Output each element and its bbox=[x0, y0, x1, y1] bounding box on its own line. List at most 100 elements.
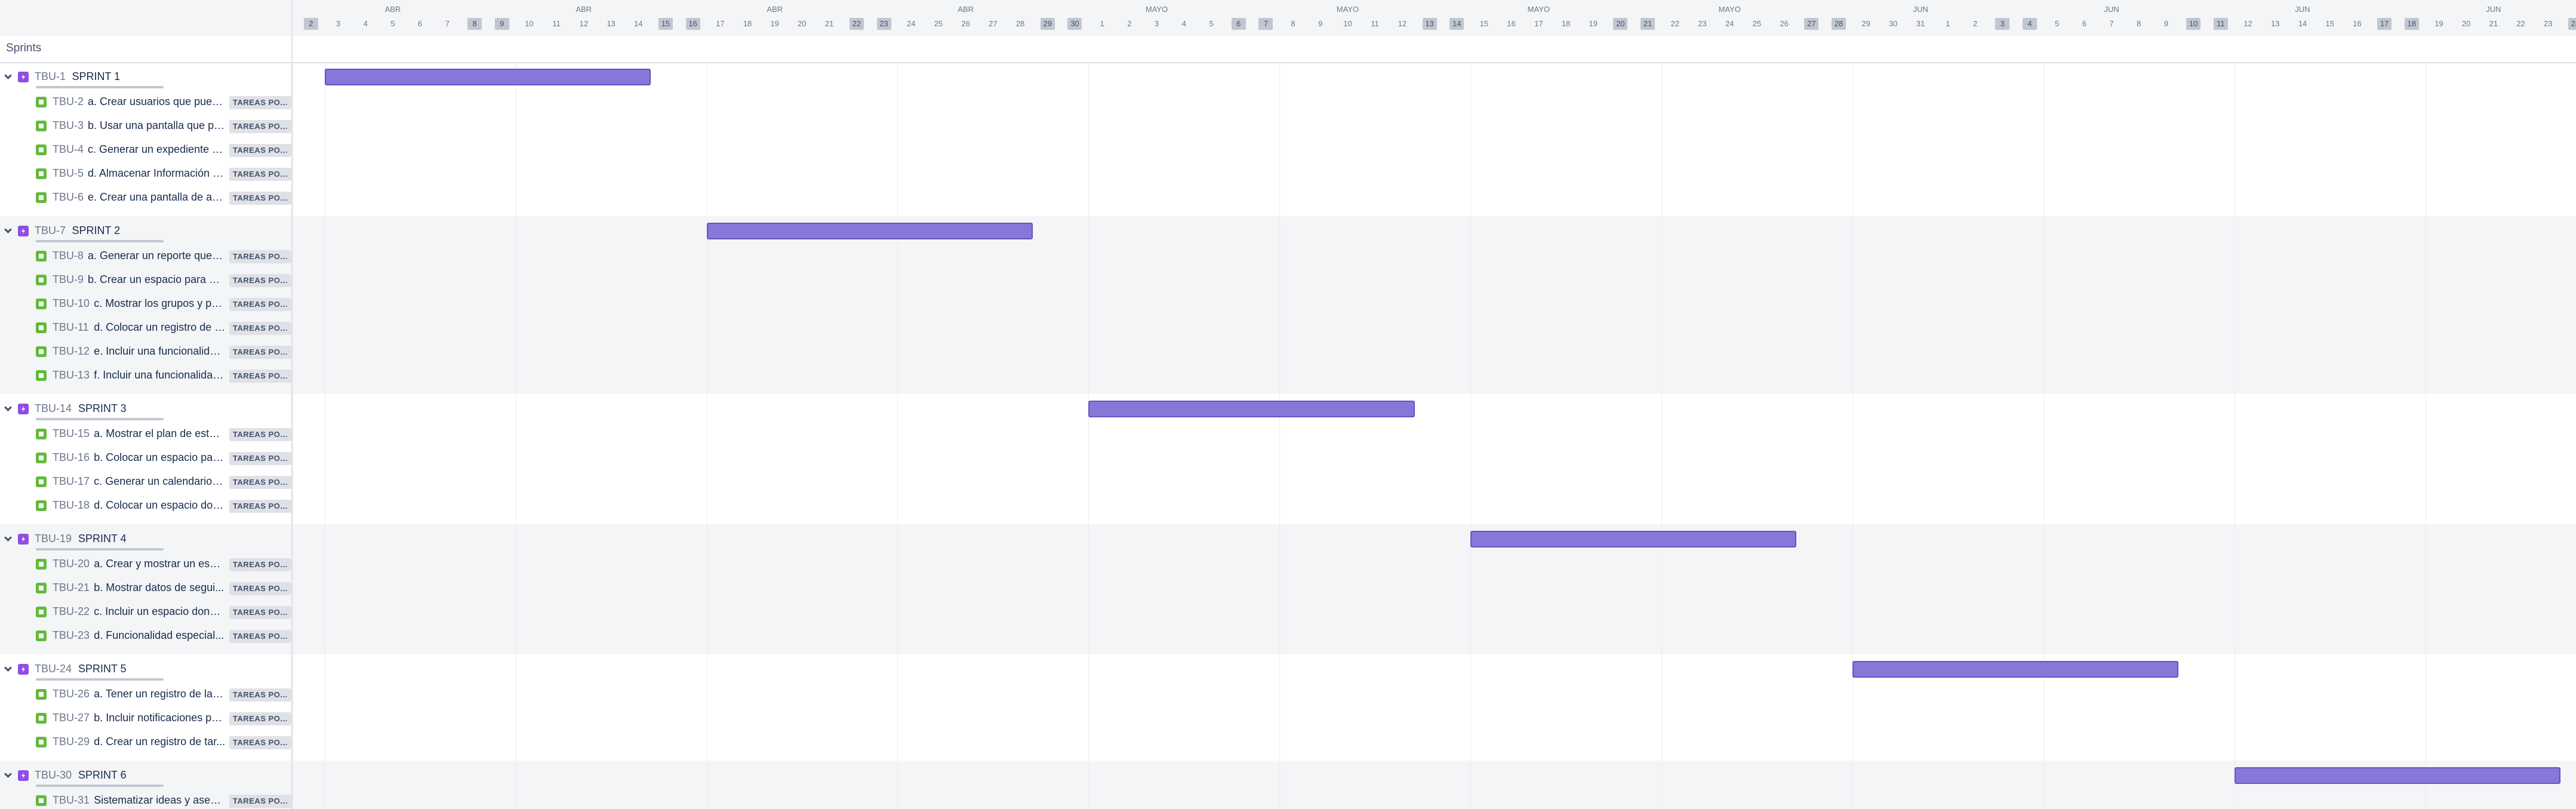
issue-key[interactable]: TBU-26 bbox=[53, 688, 90, 700]
chevron-down-icon[interactable] bbox=[4, 664, 12, 672]
issue-row[interactable]: TBU-20 a. Crear y mostrar un espa... TAREA… bbox=[0, 552, 291, 576]
epic-title[interactable]: SPRINT 4 bbox=[78, 533, 257, 545]
issue-title[interactable]: a. Generar un reporte que c... bbox=[88, 250, 226, 262]
status-lozenge[interactable]: TAREAS PO... bbox=[229, 688, 291, 702]
issue-title[interactable]: b. Usar una pantalla que pe... bbox=[88, 119, 226, 132]
sprint-bar[interactable] bbox=[1088, 401, 1415, 417]
issue-row[interactable]: TBU-11 d. Colocar un registro de s... TARE… bbox=[0, 316, 291, 340]
status-lozenge[interactable]: TAREAS PO... bbox=[229, 795, 291, 808]
issue-title[interactable]: a. Crear usuarios que pued... bbox=[88, 96, 226, 108]
issue-title[interactable]: b. Crear un espacio para qu... bbox=[88, 273, 226, 286]
epic-row[interactable]: TBU-14 SPRINT 3 bbox=[0, 397, 291, 421]
issue-key[interactable]: TBU-20 bbox=[53, 558, 90, 570]
issue-row[interactable]: TBU-6 e. Crear una pantalla de ad... TAREA… bbox=[0, 186, 291, 210]
status-lozenge[interactable]: TAREAS PO... bbox=[229, 428, 291, 441]
issue-row[interactable]: TBU-13 f. Incluir una funcionalidad... TAR… bbox=[0, 364, 291, 387]
chevron-down-icon[interactable] bbox=[4, 534, 12, 542]
issue-key[interactable]: TBU-3 bbox=[53, 119, 84, 132]
issue-key[interactable]: TBU-5 bbox=[53, 167, 84, 180]
issue-key[interactable]: TBU-13 bbox=[53, 369, 90, 382]
epic-row[interactable]: TBU-19 SPRINT 4 bbox=[0, 527, 291, 551]
chevron-down-icon[interactable] bbox=[4, 72, 12, 79]
issue-key[interactable]: TBU-4 bbox=[53, 143, 84, 156]
status-lozenge[interactable]: TAREAS PO... bbox=[229, 192, 291, 205]
epic-row[interactable]: TBU-7 SPRINT 2 bbox=[0, 219, 291, 243]
chevron-down-icon[interactable] bbox=[4, 404, 12, 411]
issue-row[interactable]: TBU-4 c. Generar un expediente p... TAREAS… bbox=[0, 138, 291, 162]
issue-title[interactable]: c. Incluir un espacio donde... bbox=[94, 605, 226, 618]
issue-title[interactable]: b. Mostrar datos de segui... bbox=[94, 582, 226, 594]
issue-key[interactable]: TBU-15 bbox=[53, 427, 90, 440]
issue-key[interactable]: TBU-21 bbox=[53, 582, 90, 594]
status-lozenge[interactable]: TAREAS PO... bbox=[229, 144, 291, 157]
sprint-bar[interactable] bbox=[1852, 661, 2179, 678]
issue-title[interactable]: c. Mostrar los grupos y per... bbox=[94, 297, 226, 310]
issue-row[interactable]: TBU-3 b. Usar una pantalla que pe... TAREA… bbox=[0, 114, 291, 138]
status-lozenge[interactable]: TAREAS PO... bbox=[229, 712, 291, 725]
status-lozenge[interactable]: TAREAS PO... bbox=[229, 452, 291, 465]
issue-title[interactable]: e. Crear una pantalla de ad... bbox=[88, 191, 226, 204]
status-lozenge[interactable]: TAREAS PO... bbox=[229, 558, 291, 571]
sprint-bar[interactable] bbox=[2234, 767, 2561, 784]
epic-title[interactable]: SPRINT 6 bbox=[78, 769, 257, 782]
issue-key[interactable]: TBU-16 bbox=[53, 451, 90, 464]
issue-row[interactable]: TBU-31 Sistematizar ideas y asegu... TAREA… bbox=[0, 789, 291, 809]
issue-row[interactable]: TBU-16 b. Colocar un espacio parti... TARE… bbox=[0, 446, 291, 470]
status-lozenge[interactable]: TAREAS PO... bbox=[229, 582, 291, 595]
sprint-bar[interactable] bbox=[706, 223, 1033, 239]
issue-row[interactable]: TBU-10 c. Mostrar los grupos y per... TARE… bbox=[0, 292, 291, 316]
epic-key[interactable]: TBU-30 bbox=[35, 769, 72, 782]
issue-title[interactable]: c. Generar un expediente p... bbox=[88, 143, 226, 156]
issue-key[interactable]: TBU-18 bbox=[53, 499, 90, 512]
issue-title[interactable]: d. Crear un registro de tar... bbox=[94, 736, 226, 748]
issue-row[interactable]: TBU-12 e. Incluir una funcionalidad... TAR… bbox=[0, 340, 291, 364]
chevron-down-icon[interactable] bbox=[4, 226, 12, 233]
status-lozenge[interactable]: TAREAS PO... bbox=[229, 120, 291, 133]
issue-title[interactable]: d. Funcionalidad especial... bbox=[94, 629, 226, 642]
issue-title[interactable]: e. Incluir una funcionalidad... bbox=[94, 345, 226, 358]
issue-key[interactable]: TBU-12 bbox=[53, 345, 90, 358]
issue-row[interactable]: TBU-8 a. Generar un reporte que c... TAREA… bbox=[0, 244, 291, 268]
issue-title[interactable]: d. Colocar un registro de s... bbox=[94, 321, 226, 334]
issue-key[interactable]: TBU-27 bbox=[53, 712, 90, 724]
issue-row[interactable]: TBU-2 a. Crear usuarios que pued... TAREAS… bbox=[0, 90, 291, 114]
issue-row[interactable]: TBU-9 b. Crear un espacio para qu... TAREA… bbox=[0, 268, 291, 292]
status-lozenge[interactable]: TAREAS PO... bbox=[229, 322, 291, 335]
status-lozenge[interactable]: TAREAS PO... bbox=[229, 168, 291, 181]
status-lozenge[interactable]: TAREAS PO... bbox=[229, 370, 291, 383]
epic-key[interactable]: TBU-1 bbox=[35, 70, 66, 83]
epic-title[interactable]: SPRINT 2 bbox=[72, 224, 251, 237]
status-lozenge[interactable]: TAREAS PO... bbox=[229, 346, 291, 359]
epic-row[interactable]: TBU-24 SPRINT 5 bbox=[0, 657, 291, 681]
issue-row[interactable]: TBU-23 d. Funcionalidad especial... TAREAS… bbox=[0, 624, 291, 648]
issue-title[interactable]: f. Incluir una funcionalidad... bbox=[94, 369, 226, 382]
status-lozenge[interactable]: TAREAS PO... bbox=[229, 606, 291, 619]
status-lozenge[interactable]: TAREAS PO... bbox=[229, 500, 291, 513]
sprint-bar[interactable] bbox=[1470, 531, 1797, 547]
issue-title[interactable]: Sistematizar ideas y asegu... bbox=[94, 794, 226, 807]
status-lozenge[interactable]: TAREAS PO... bbox=[229, 736, 291, 749]
issue-title[interactable]: a. Mostrar el plan de estud... bbox=[94, 427, 226, 440]
epic-title[interactable]: SPRINT 3 bbox=[78, 402, 257, 415]
issue-row[interactable]: TBU-18 d. Colocar un espacio don... TAREAS… bbox=[0, 494, 291, 518]
issue-title[interactable]: a. Tener un registro de las... bbox=[94, 688, 226, 700]
issue-row[interactable]: TBU-29 d. Crear un registro de tar... TARE… bbox=[0, 730, 291, 754]
issue-row[interactable]: TBU-26 a. Tener un registro de las... TARE… bbox=[0, 682, 291, 706]
status-lozenge[interactable]: TAREAS PO... bbox=[229, 96, 291, 109]
issue-title[interactable]: d. Almacenar Información s... bbox=[88, 167, 226, 180]
sprint-bar[interactable] bbox=[324, 69, 651, 85]
epic-key[interactable]: TBU-24 bbox=[35, 663, 72, 675]
epic-key[interactable]: TBU-14 bbox=[35, 402, 72, 415]
epic-title[interactable]: SPRINT 1 bbox=[72, 70, 251, 83]
issue-key[interactable]: TBU-8 bbox=[53, 250, 84, 262]
status-lozenge[interactable]: TAREAS PO... bbox=[229, 476, 291, 489]
issue-key[interactable]: TBU-9 bbox=[53, 273, 84, 286]
issue-title[interactable]: a. Crear y mostrar un espa... bbox=[94, 558, 226, 570]
epic-row[interactable]: TBU-1 SPRINT 1 bbox=[0, 65, 291, 89]
issue-key[interactable]: TBU-31 bbox=[53, 794, 90, 807]
issue-key[interactable]: TBU-17 bbox=[53, 475, 90, 488]
status-lozenge[interactable]: TAREAS PO... bbox=[229, 250, 291, 263]
issue-row[interactable]: TBU-21 b. Mostrar datos de segui... TAREAS… bbox=[0, 576, 291, 600]
issue-key[interactable]: TBU-2 bbox=[53, 96, 84, 108]
epic-key[interactable]: TBU-7 bbox=[35, 224, 66, 237]
